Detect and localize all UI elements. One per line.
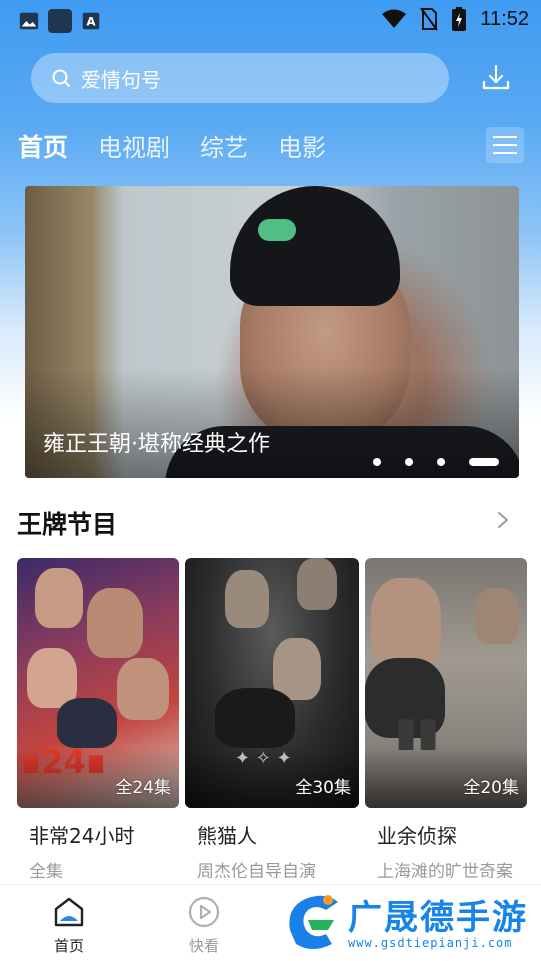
nav-label: 快看 (188, 937, 219, 955)
search-bar[interactable]: 爱情句号 (31, 53, 449, 103)
tab-tv-series[interactable]: 电视剧 (98, 128, 170, 163)
search-placeholder: 爱情句号 (81, 67, 161, 92)
carousel-dot[interactable] (405, 458, 413, 466)
tab-variety[interactable]: 综艺 (200, 128, 248, 163)
carousel-dot[interactable] (373, 458, 381, 466)
no-sim-icon (420, 7, 439, 31)
font-icon: A (82, 12, 100, 30)
status-bar: A 11:52 (0, 0, 541, 40)
poster-image: ∎24∎ 全24集 (17, 558, 179, 808)
program-subtitle: 上海滩的旷世奇案 (377, 862, 513, 878)
program-subtitle: 全集 (29, 862, 63, 878)
nav-label: 首页 (53, 937, 84, 955)
poster-image: ✦ ✧ ✦ 全30集 (185, 558, 359, 808)
episode-count: 全20集 (463, 778, 519, 798)
app-icon (48, 9, 72, 33)
program-subtitle: 周杰伦自导自演 (197, 862, 316, 878)
battery-charging-icon (452, 7, 467, 31)
section-title: 王牌节目 (17, 510, 118, 539)
gallery-icon (19, 12, 39, 30)
watermark: 广晟德手游 www.gsdtiepianji.com (282, 886, 541, 961)
episode-count: 全24集 (115, 778, 171, 798)
nav-home[interactable]: 首页 (29, 895, 109, 956)
watermark-text: 广晟德手游 (348, 898, 528, 938)
tab-movie[interactable]: 电影 (278, 128, 326, 163)
category-tabs: 首页 电视剧 综艺 电影 (18, 128, 356, 164)
carousel-dot[interactable] (437, 458, 445, 466)
menu-icon[interactable] (486, 127, 524, 163)
search-icon (52, 69, 70, 87)
program-title: 熊猫人 (197, 824, 257, 848)
program-card[interactable]: ▮▮ 全20集 业余侦探 上海滩的旷世奇案 (365, 558, 527, 878)
banner-carousel[interactable]: 雍正王朝·堪称经典之作 (25, 186, 519, 478)
watermark-logo-icon (289, 895, 338, 949)
program-card[interactable]: ✦ ✧ ✦ 全30集 熊猫人 周杰伦自导自演 (185, 558, 359, 878)
poster-image: ▮▮ 全20集 (365, 558, 527, 808)
episode-count: 全30集 (295, 778, 351, 798)
play-circle-icon (188, 896, 220, 928)
tab-home[interactable]: 首页 (18, 128, 68, 164)
program-card[interactable]: ∎24∎ 全24集 非常24小时 全集 (17, 558, 179, 878)
home-icon (54, 897, 84, 927)
nav-watch[interactable]: 快看 (164, 895, 244, 956)
carousel-indicator (373, 458, 499, 466)
program-list: ∎24∎ 全24集 非常24小时 全集 ✦ ✧ ✦ 全30集 熊猫人 周杰伦自导… (17, 558, 541, 878)
banner-caption: 雍正王朝·堪称经典之作 (43, 432, 270, 457)
download-icon[interactable] (480, 62, 512, 94)
chevron-right-icon[interactable] (495, 510, 511, 530)
status-time: 11:52 (480, 7, 529, 30)
watermark-url: www.gsdtiepianji.com (348, 936, 513, 950)
carousel-dot-active[interactable] (469, 458, 499, 466)
wifi-icon (382, 9, 407, 28)
program-title: 业余侦探 (377, 824, 457, 848)
svg-text:A: A (86, 15, 96, 29)
program-title: 非常24小时 (29, 824, 135, 848)
